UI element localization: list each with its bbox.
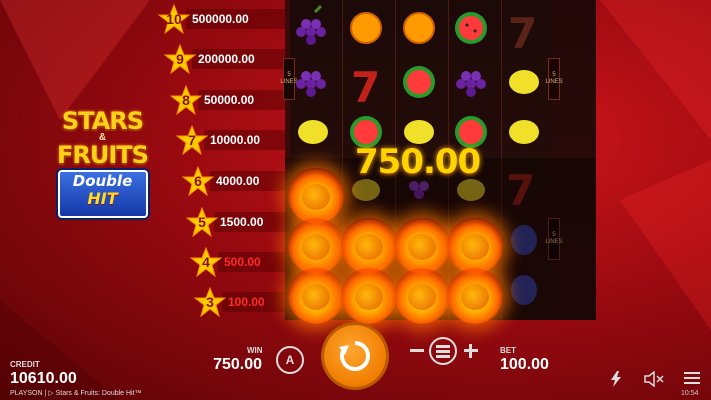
win-value: 750.00 (213, 356, 262, 373)
burning-orange-icon (341, 268, 397, 324)
bottom-control-bar: CREDIT 10610.00 PLAYSON | ▷ Stars & Frui… (0, 325, 711, 400)
burning-orange-icon (394, 268, 450, 324)
burning-orange-icon (288, 168, 344, 224)
plum-icon (511, 275, 537, 305)
plum-icon (511, 225, 537, 255)
menu-icon[interactable] (684, 371, 700, 385)
win-amount-display: 750.00 (355, 142, 481, 182)
lightning-icon[interactable] (610, 371, 622, 387)
burning-orange-icon (447, 218, 503, 274)
bet-label: BET (500, 346, 516, 355)
burning-orange-icon (341, 218, 397, 274)
burning-orange-icon (288, 268, 344, 324)
autoplay-icon: A (285, 353, 295, 367)
lemon-icon (457, 179, 485, 201)
coin-stack-icon[interactable] (429, 337, 457, 365)
burning-orange-icon (288, 218, 344, 274)
bet-decrease-button[interactable] (410, 349, 424, 352)
plus-icon-vertical (469, 344, 472, 358)
spin-icon (339, 341, 370, 371)
burning-orange-icon (447, 268, 503, 324)
burning-orange-icon (394, 218, 450, 274)
grape-icon (409, 181, 429, 199)
bet-value: 100.00 (500, 356, 549, 373)
lemon-icon (352, 179, 380, 201)
seven-icon: 7 (506, 166, 535, 215)
credit-label: CREDIT (10, 360, 40, 369)
autoplay-button[interactable]: A (276, 346, 304, 374)
sound-off-icon[interactable] (644, 371, 664, 387)
clock: 10:54 (681, 390, 699, 397)
win-label: WIN (247, 346, 263, 355)
spin-button[interactable] (324, 325, 386, 387)
credit-value: 10610.00 (10, 370, 77, 387)
brand-game-title: PLAYSON | ▷ Stars & Fruits: Double Hit™ (10, 390, 142, 397)
